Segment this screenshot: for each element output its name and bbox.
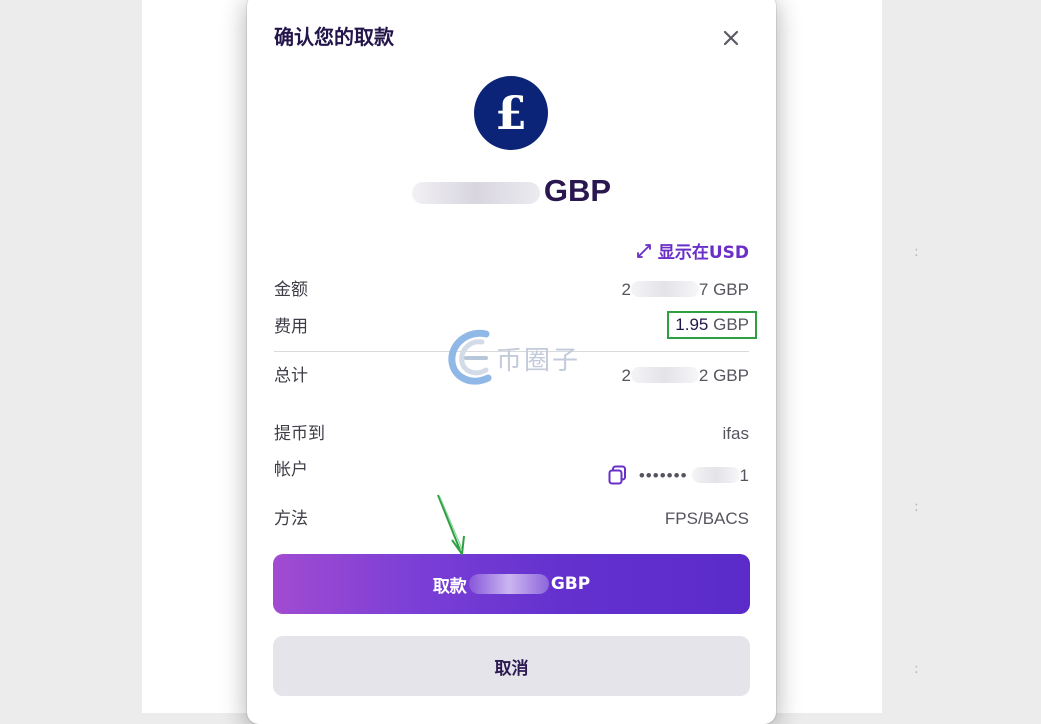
account-suffix: 1: [739, 466, 749, 485]
method-label: 方法: [274, 509, 308, 529]
redacted-amount: [630, 281, 699, 297]
amount-currency: GBP: [543, 173, 612, 208]
withdraw-amount: GBP: [247, 172, 776, 210]
dialog-title: 确认您的取款: [274, 25, 394, 49]
masked-account: •••••••: [638, 466, 688, 485]
withdraw-button-label: 取款: [432, 576, 467, 597]
fee-number: 1.95: [675, 315, 709, 334]
detail-row-amount: 金额 2 7 GBP: [274, 277, 749, 303]
amount-value: 2 7 GBP: [621, 277, 749, 303]
background-text-fragment: :: [914, 244, 919, 260]
pound-sign-icon: £: [474, 76, 548, 150]
amount-value-prefix: 2: [621, 280, 631, 299]
detail-row-withdraw-to: 提币到 ifas: [274, 421, 749, 447]
withdraw-confirm-dialog: 确认您的取款 £ GBP 显示在USD 金额 2 7 GBP 费用 1.95 GB…: [247, 0, 776, 724]
fee-value-highlight: 1.95 GBP: [667, 311, 757, 339]
redacted-amount: [468, 574, 549, 594]
withdraw-button[interactable]: 取款 GBP: [273, 554, 750, 614]
withdraw-button-currency: GBP: [550, 574, 591, 594]
fee-currency: GBP: [713, 315, 749, 334]
total-value-prefix: 2: [621, 366, 631, 385]
fee-label: 费用: [274, 317, 308, 337]
total-label: 总计: [274, 366, 308, 386]
amount-label: 金额: [274, 280, 308, 300]
divider: [274, 351, 749, 352]
redacted-amount: [630, 367, 699, 383]
show-in-usd-label: 显示在USD: [657, 243, 749, 263]
swap-arrows-icon: [636, 243, 651, 258]
total-value: 2 2 GBP: [621, 363, 749, 389]
total-value-suffix: 2 GBP: [698, 366, 749, 385]
copy-icon[interactable]: [607, 464, 629, 486]
redacted-amount: [411, 182, 540, 204]
background-text-fragment: :: [914, 499, 919, 515]
detail-row-fee: 费用 1.95 GBP: [274, 311, 757, 340]
background-text-fragment: :: [914, 661, 919, 677]
currency-symbol: £: [494, 86, 527, 140]
detail-row-total: 总计 2 2 GBP: [274, 363, 749, 389]
withdraw-to-label: 提币到: [274, 424, 325, 444]
method-value: FPS/BACS: [664, 509, 749, 528]
account-value: ••••••• 1: [607, 463, 749, 489]
withdraw-to-value: ifas: [722, 424, 749, 443]
show-in-usd-link[interactable]: 显示在USD: [636, 238, 749, 263]
redacted-account: [691, 467, 740, 483]
account-label: 帐户: [274, 460, 308, 480]
amount-value-suffix: 7 GBP: [698, 280, 749, 299]
cancel-button[interactable]: 取消: [273, 636, 750, 696]
detail-row-method: 方法 FPS/BACS: [274, 506, 749, 532]
close-icon[interactable]: [719, 26, 743, 50]
detail-row-account: 帐户 ••••••• 1: [274, 459, 749, 485]
